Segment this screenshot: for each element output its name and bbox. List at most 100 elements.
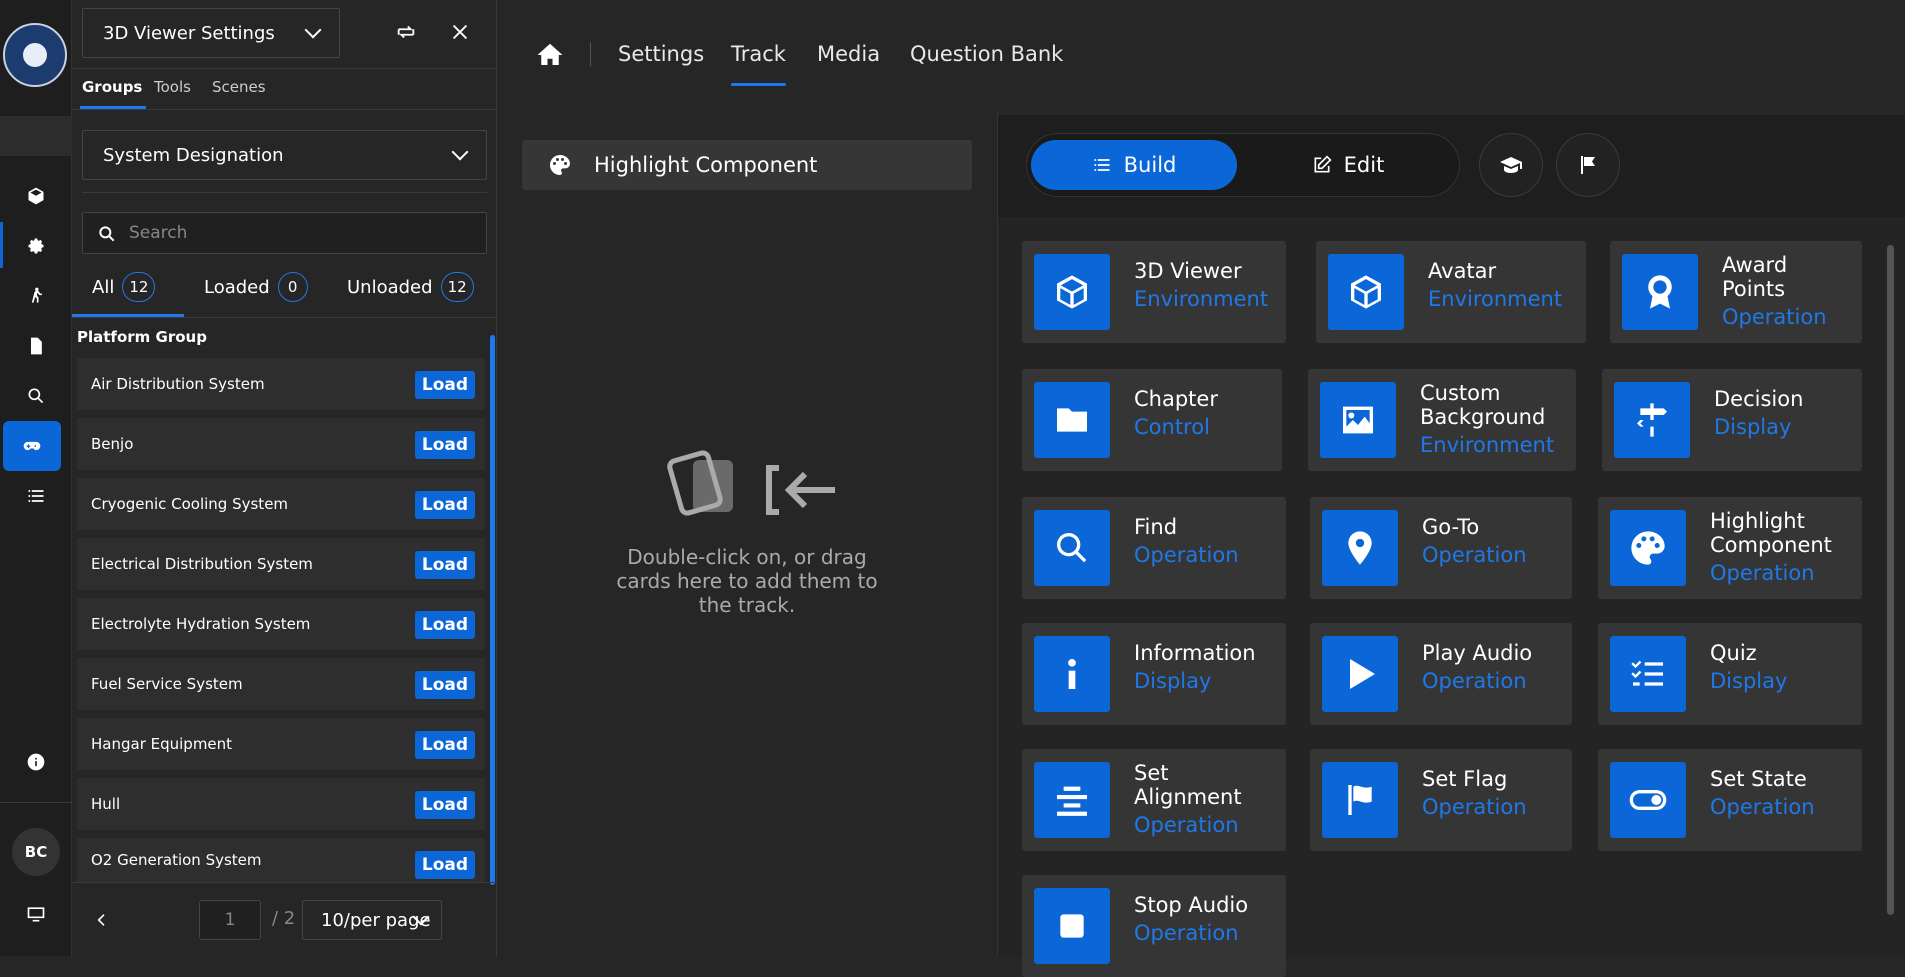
- top-nav: Settings Track Media Question Bank: [497, 0, 1905, 110]
- rail-divider: [0, 802, 72, 803]
- list-item-name: Hull: [91, 795, 121, 813]
- stop-icon: [1034, 888, 1110, 964]
- flag-icon: [1322, 762, 1398, 838]
- load-button[interactable]: Load: [415, 671, 475, 699]
- card-title: Award: [1722, 253, 1788, 277]
- drop-cards-icon: [655, 450, 845, 520]
- group-select[interactable]: System Designation: [82, 130, 487, 180]
- card-go-to[interactable]: Go-To Operation: [1310, 497, 1572, 599]
- refresh-icon[interactable]: [386, 12, 426, 52]
- toggle-icon: [1610, 762, 1686, 838]
- page-total: / 2: [272, 908, 296, 929]
- chevron-down-icon: [451, 143, 469, 161]
- card-find[interactable]: Find Operation: [1022, 497, 1286, 599]
- graduation-cap-icon[interactable]: [1479, 133, 1543, 197]
- gear-icon[interactable]: [12, 224, 60, 268]
- card-decision[interactable]: Decision Display: [1602, 369, 1862, 471]
- card-set-flag[interactable]: Set Flag Operation: [1310, 749, 1572, 851]
- flag-icon[interactable]: [1556, 133, 1620, 197]
- nav-question-bank[interactable]: Question Bank: [910, 42, 1063, 66]
- mode-toggle: Build Edit: [1026, 133, 1460, 197]
- list-item: Fuel Service System Load: [77, 658, 485, 710]
- library-scrollbar[interactable]: [1887, 245, 1894, 915]
- panel-title-select[interactable]: 3D Viewer Settings: [82, 8, 340, 58]
- edit-button[interactable]: Edit: [1243, 140, 1453, 190]
- home-icon[interactable]: [535, 40, 565, 70]
- left-rail: BC: [0, 0, 72, 956]
- tab-tools[interactable]: Tools: [154, 78, 191, 96]
- list-item-name: Benjo: [91, 435, 134, 453]
- load-button[interactable]: Load: [415, 491, 475, 519]
- card-category: Operation: [1422, 669, 1527, 693]
- card-title: Component: [1710, 533, 1832, 557]
- search-input[interactable]: Search: [82, 212, 487, 254]
- load-button[interactable]: Load: [415, 731, 475, 759]
- list-icon[interactable]: [12, 474, 60, 518]
- tab-scenes[interactable]: Scenes: [212, 78, 266, 96]
- card-category: Environment: [1134, 287, 1269, 311]
- card-information[interactable]: Information Display: [1022, 623, 1286, 725]
- list-item: O2 Generation System Load: [77, 838, 485, 882]
- cube-icon[interactable]: [12, 174, 60, 218]
- nav-settings[interactable]: Settings: [618, 42, 704, 66]
- card-title: Chapter: [1134, 387, 1218, 411]
- card-avatar[interactable]: Avatar Environment: [1316, 241, 1586, 343]
- load-button[interactable]: Load: [415, 791, 475, 819]
- load-button[interactable]: Load: [415, 431, 475, 459]
- nav-track[interactable]: Track: [731, 42, 786, 86]
- build-button[interactable]: Build: [1031, 140, 1237, 190]
- card-category: Operation: [1722, 305, 1827, 329]
- filter-loaded[interactable]: Loaded 0: [204, 272, 308, 302]
- divider: [72, 882, 497, 883]
- walk-icon[interactable]: [12, 274, 60, 318]
- card-category: Operation: [1134, 543, 1239, 567]
- close-icon[interactable]: [440, 12, 480, 52]
- panel-scrollbar[interactable]: [490, 335, 495, 885]
- card-custom-background[interactable]: Custom Background Environment: [1308, 369, 1576, 471]
- empty-track-message: Double-click on, or drag cards here to a…: [616, 545, 878, 617]
- track-area[interactable]: Highlight Component Double-click on, or …: [497, 110, 997, 956]
- list-item: Electrical Distribution System Load: [77, 538, 485, 590]
- user-avatar[interactable]: BC: [12, 828, 60, 876]
- card-category: Environment: [1428, 287, 1563, 311]
- group-select-value: System Designation: [103, 144, 284, 166]
- card-chapter[interactable]: Chapter Control: [1022, 369, 1282, 471]
- card-3d-viewer[interactable]: 3D Viewer Environment: [1022, 241, 1286, 343]
- nav-divider: [590, 42, 591, 66]
- tab-groups[interactable]: Groups: [82, 78, 142, 96]
- load-button[interactable]: Load: [415, 851, 475, 879]
- divider: [82, 192, 487, 193]
- load-button[interactable]: Load: [415, 371, 475, 399]
- document-icon[interactable]: [12, 324, 60, 368]
- track-card[interactable]: Highlight Component: [522, 140, 972, 190]
- filter-all[interactable]: All 12: [92, 272, 156, 302]
- track-card-title: Highlight Component: [594, 153, 818, 177]
- per-page-select[interactable]: 10/per page: [302, 900, 442, 940]
- filter-all-label: All: [92, 276, 115, 298]
- list-item-name: Air Distribution System: [91, 375, 265, 393]
- list-item: Hangar Equipment Load: [77, 718, 485, 770]
- card-title: Set State: [1710, 767, 1807, 791]
- card-quiz[interactable]: Quiz Display: [1598, 623, 1862, 725]
- monitor-icon[interactable]: [12, 892, 60, 936]
- gamepad-icon[interactable]: [3, 421, 61, 471]
- card-stop-audio[interactable]: Stop Audio Operation: [1022, 875, 1286, 977]
- card-play-audio[interactable]: Play Audio Operation: [1310, 623, 1572, 725]
- list-item: Benjo Load: [77, 418, 485, 470]
- list-item-name: Fuel Service System: [91, 675, 243, 693]
- info-icon: [1034, 636, 1110, 712]
- load-button[interactable]: Load: [415, 551, 475, 579]
- nav-media[interactable]: Media: [817, 42, 880, 66]
- card-set-state[interactable]: Set State Operation: [1598, 749, 1862, 851]
- prev-page-icon[interactable]: [86, 904, 118, 936]
- page-input[interactable]: 1: [199, 900, 261, 940]
- filter-unloaded[interactable]: Unloaded 12: [347, 272, 474, 302]
- card-award-points[interactable]: Award Points Operation: [1610, 241, 1862, 343]
- load-button[interactable]: Load: [415, 611, 475, 639]
- palette-icon: [1610, 510, 1686, 586]
- card-category: Display: [1714, 415, 1792, 439]
- info-icon[interactable]: [12, 740, 60, 784]
- card-highlight-component[interactable]: Highlight Component Operation: [1598, 497, 1862, 599]
- card-set-alignment[interactable]: Set Alignment Operation: [1022, 749, 1286, 851]
- search-icon[interactable]: [12, 374, 60, 418]
